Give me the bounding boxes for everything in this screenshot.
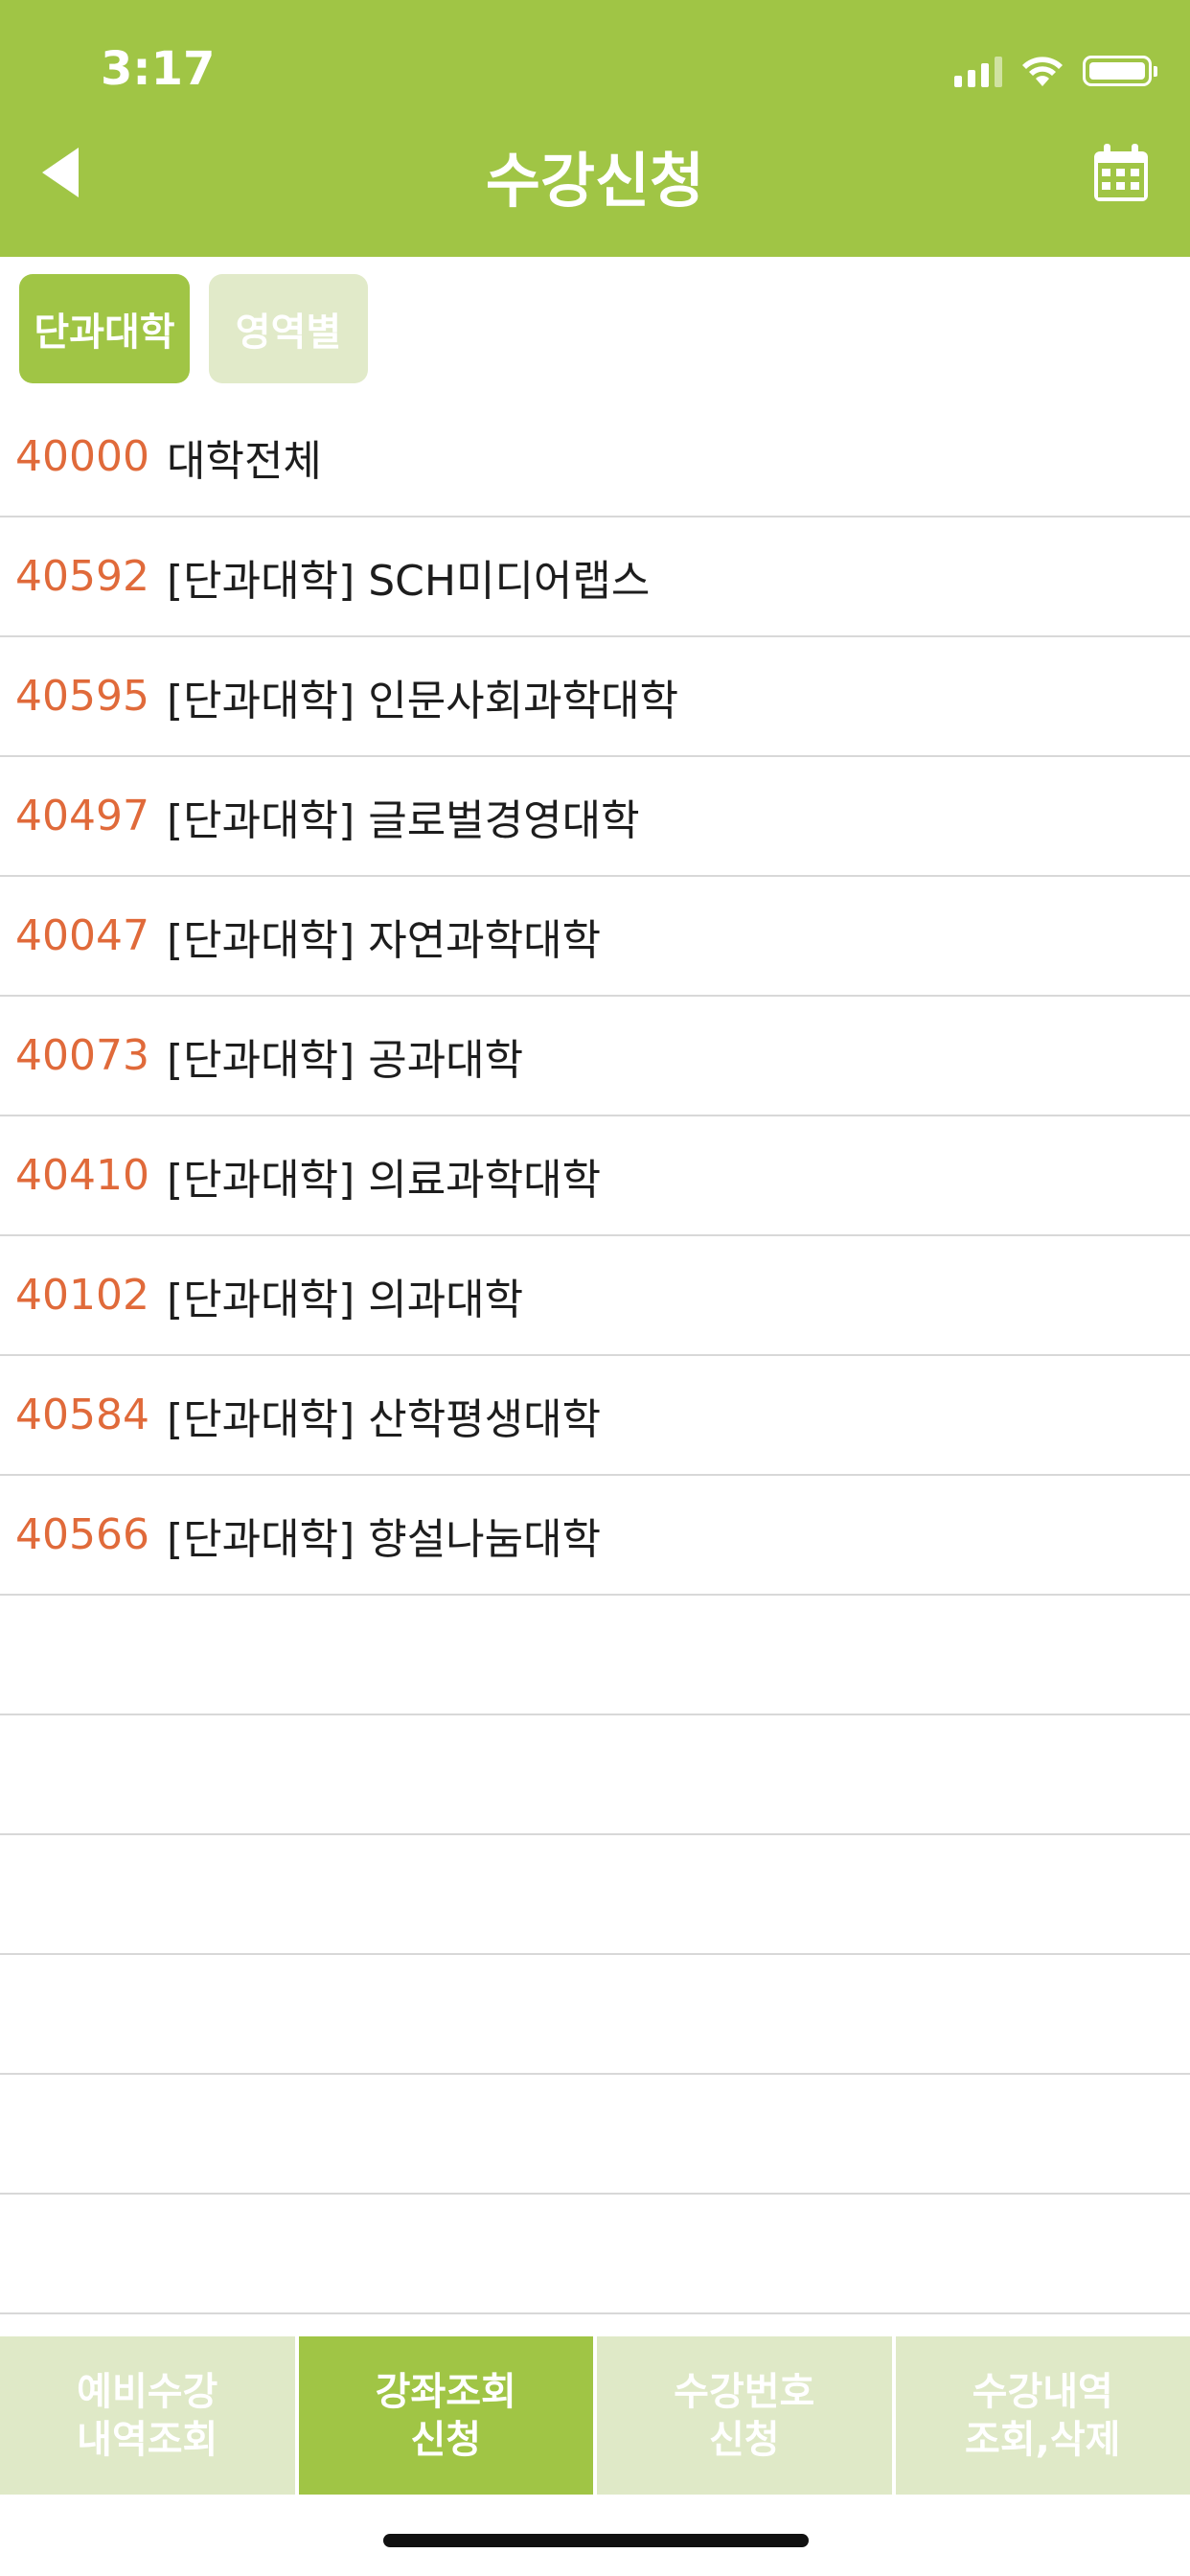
item-code: 40584: [15, 1391, 149, 1439]
list-item[interactable]: 40102 [단과대학] 의과대학: [0, 1236, 1190, 1356]
calendar-icon: [1094, 144, 1148, 201]
list-item[interactable]: 40566 [단과대학] 향설나눔대학: [0, 1476, 1190, 1596]
empty-row: [0, 1955, 1190, 2075]
wifi-icon: [1022, 57, 1063, 86]
item-code: 40566: [15, 1510, 149, 1559]
item-name: [단과대학] 공과대학: [166, 1035, 524, 1085]
tab-course-search[interactable]: 강좌조회 신청: [298, 2336, 597, 2495]
item-name: [단과대학] 인문사회과학대학: [166, 676, 679, 725]
empty-row: [0, 1715, 1190, 1835]
battery-icon: [1083, 56, 1157, 86]
tab-enrollment-history[interactable]: 수강내역 조회,삭제: [895, 2336, 1190, 2495]
item-name: [단과대학] 산학평생대학: [166, 1394, 602, 1444]
list-item[interactable]: 40410 [단과대학] 의료과학대학: [0, 1116, 1190, 1236]
list-item[interactable]: 40000 대학전체: [0, 398, 1190, 518]
status-time: 3:17: [101, 42, 216, 96]
filter-tab-area[interactable]: 영역별: [209, 274, 368, 383]
tab-course-number-apply[interactable]: 수강번호 신청: [597, 2336, 896, 2495]
cellular-signal-icon: [954, 55, 1002, 87]
list-item[interactable]: 40497 [단과대학] 글로벌경영대학: [0, 757, 1190, 877]
item-code: 40497: [15, 792, 149, 840]
calendar-button[interactable]: [1092, 142, 1150, 203]
filter-tabs: 단과대학 영역별: [0, 257, 1190, 391]
empty-row: [0, 1835, 1190, 1955]
item-name: [단과대학] SCH미디어랩스: [166, 556, 651, 606]
item-name: 대학전체: [166, 436, 322, 486]
empty-row: [0, 2195, 1190, 2314]
item-code: 40595: [15, 672, 149, 721]
item-code: 40592: [15, 552, 149, 601]
item-code: 40102: [15, 1271, 149, 1320]
item-name: [단과대학] 의과대학: [166, 1275, 524, 1324]
status-icons: [954, 54, 1157, 88]
page-title: 수강신청: [485, 146, 705, 216]
list-item[interactable]: 40595 [단과대학] 인문사회과학대학: [0, 637, 1190, 757]
item-name: [단과대학] 의료과학대학: [166, 1155, 602, 1205]
list-item[interactable]: 40592 [단과대학] SCH미디어랩스: [0, 518, 1190, 637]
college-list: 40000 대학전체 40592 [단과대학] SCH미디어랩스 40595 [단과대…: [0, 398, 1190, 2314]
item-code: 40047: [15, 911, 149, 960]
empty-row: [0, 1596, 1190, 1715]
home-indicator: [383, 2534, 809, 2547]
filter-tab-college[interactable]: 단과대학: [19, 274, 190, 383]
bottom-tab-bar: 예비수강 내역조회 강좌조회 신청 수강번호 신청 수강내역 조회,삭제: [0, 2336, 1190, 2495]
item-code: 40073: [15, 1031, 149, 1080]
item-code: 40000: [15, 432, 149, 481]
item-name: [단과대학] 자연과학대학: [166, 915, 602, 965]
item-code: 40410: [15, 1151, 149, 1200]
item-name: [단과대학] 향설나눔대학: [166, 1514, 602, 1564]
tab-preliminary-history[interactable]: 예비수강 내역조회: [0, 2336, 299, 2495]
list-item[interactable]: 40073 [단과대학] 공과대학: [0, 997, 1190, 1116]
app-header: 3:17 수강신청: [0, 0, 1190, 257]
list-item[interactable]: 40047 [단과대학] 자연과학대학: [0, 877, 1190, 997]
item-name: [단과대학] 글로벌경영대학: [166, 795, 640, 845]
list-item[interactable]: 40584 [단과대학] 산학평생대학: [0, 1356, 1190, 1476]
empty-row: [0, 2075, 1190, 2195]
